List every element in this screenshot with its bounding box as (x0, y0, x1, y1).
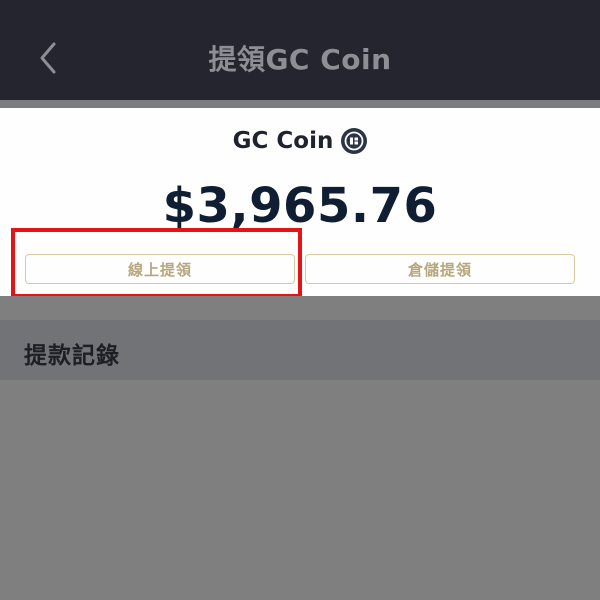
online-withdraw-button[interactable]: 線上提領 (25, 254, 295, 284)
balance-amount: $3,965.76 (162, 178, 438, 234)
warehouse-withdraw-button[interactable]: 倉儲提領 (305, 254, 575, 284)
warehouse-withdraw-label: 倉儲提領 (407, 260, 472, 279)
records-section-header: 提款記錄 (0, 320, 600, 380)
online-withdraw-label: 線上提領 (127, 260, 192, 279)
section-gap (0, 296, 600, 320)
top-header: 提領GC Coin (0, 0, 600, 100)
withdraw-screen: 提領GC Coin GC Coin $3,965.76 線上提領 倉儲提領 提款… (0, 0, 600, 600)
coin-label-row: GC Coin (0, 128, 600, 154)
wallet-card: GC Coin $3,965.76 線上提領 倉儲提領 (0, 108, 600, 296)
header-divider (0, 100, 600, 108)
records-title: 提款記錄 (24, 343, 120, 369)
coin-name: GC Coin (232, 128, 334, 154)
page-title: 提領GC Coin (208, 43, 392, 76)
records-list (0, 380, 600, 600)
gc-coin-icon (341, 128, 368, 154)
